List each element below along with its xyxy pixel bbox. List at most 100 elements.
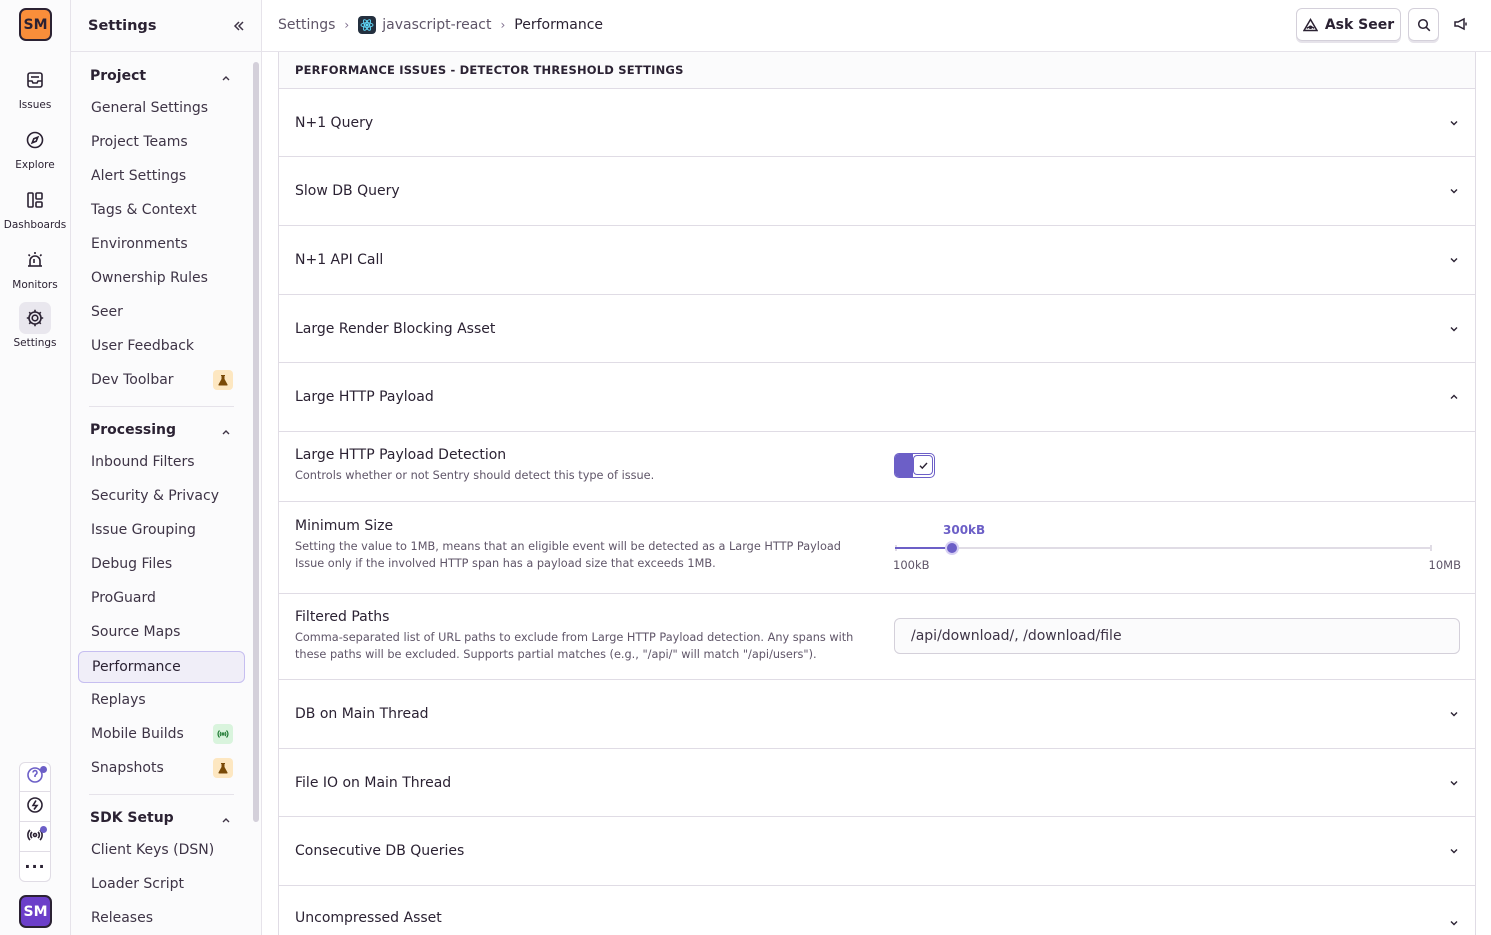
detector-row-uncompressed-asset[interactable]: Uncompressed Asset <box>279 886 1475 935</box>
detection-toggle[interactable] <box>894 453 935 478</box>
nav-item-source-maps[interactable]: Source Maps <box>78 616 245 648</box>
breadcrumb: Settings › javascript-react › Performanc… <box>278 16 603 34</box>
seer-icon <box>1302 17 1318 31</box>
nav-item-label: Replays <box>91 692 146 708</box>
ask-seer-button[interactable]: Ask Seer <box>1296 8 1401 41</box>
nav-group-processing[interactable]: Processing <box>90 422 176 438</box>
more-button[interactable]: ··· <box>19 852 51 882</box>
nav-item-label: Issue Grouping <box>91 522 196 538</box>
detector-row-slow-db-query[interactable]: Slow DB Query <box>279 157 1475 226</box>
nav-item-label: Snapshots <box>91 760 164 776</box>
slider-fill <box>895 547 952 549</box>
field-help: Controls whether or not Sentry should de… <box>295 469 655 482</box>
nav-item-client-keys[interactable]: Client Keys (DSN) <box>78 834 245 866</box>
nav-item-seer[interactable]: Seer <box>78 296 245 328</box>
chevron-down-icon <box>1450 921 1458 926</box>
detector-row-consecutive-db-queries[interactable]: Consecutive DB Queries <box>279 817 1475 886</box>
detector-title: Slow DB Query <box>295 183 400 199</box>
detector-row-db-on-main-thread[interactable]: DB on Main Thread <box>279 680 1475 749</box>
nav-item-label: Source Maps <box>91 624 181 640</box>
nav-item-security-privacy[interactable]: Security & Privacy <box>78 480 245 512</box>
rail-dashboards-label: Dashboards <box>3 219 67 231</box>
nav-divider <box>89 406 234 407</box>
beaker-icon <box>213 758 233 778</box>
nav-item-label: Debug Files <box>91 556 173 572</box>
nav-item-label: Alert Settings <box>91 168 187 184</box>
nav-item-loader-script[interactable]: Loader Script <box>78 868 245 900</box>
nav-item-tags-context[interactable]: Tags & Context <box>78 194 245 226</box>
detector-title: N+1 API Call <box>295 252 384 268</box>
siren-icon <box>19 244 51 276</box>
megaphone-icon <box>1454 17 1467 31</box>
nav-item-snapshots[interactable]: Snapshots <box>78 752 245 784</box>
broadcast-icon <box>213 724 233 744</box>
detector-row-file-io-on-main-thread[interactable]: File IO on Main Thread <box>279 749 1475 817</box>
nav-group-sdk-setup[interactable]: SDK Setup <box>90 810 174 826</box>
feedback-button[interactable] <box>1453 16 1469 36</box>
whats-new-button[interactable] <box>19 792 51 822</box>
filtered-paths-input[interactable]: /api/download/, /download/file <box>894 618 1460 654</box>
detector-title: File IO on Main Thread <box>295 774 452 791</box>
rail-explore[interactable]: Explore <box>0 124 70 171</box>
nav-item-alert-settings[interactable]: Alert Settings <box>78 160 245 192</box>
onboarding-button[interactable] <box>19 762 51 792</box>
slider-max-label: 10MB <box>1428 558 1461 572</box>
chevron-up-icon[interactable] <box>221 427 231 437</box>
slider-thumb[interactable] <box>945 541 959 555</box>
detector-row-n-plus-one-query[interactable]: N+1 Query <box>279 89 1475 157</box>
nav-item-general-settings[interactable]: General Settings <box>78 92 245 124</box>
detector-settings-panel: PERFORMANCE ISSUES - DETECTOR THRESHOLD … <box>278 52 1476 935</box>
field-detection-toggle: Large HTTP Payload Detection Controls wh… <box>279 432 1475 502</box>
chevron-down-icon <box>1450 258 1458 263</box>
breadcrumb-project[interactable]: javascript-react <box>382 17 491 33</box>
nav-item-proguard[interactable]: ProGuard <box>78 582 245 614</box>
dashboard-icon <box>19 184 51 216</box>
nav-item-mobile-builds[interactable]: Mobile Builds <box>78 718 245 750</box>
nav-item-inbound-filters[interactable]: Inbound Filters <box>78 446 245 478</box>
org-avatar[interactable]: SM <box>19 8 52 41</box>
detector-row-large-render-blocking-asset[interactable]: Large Render Blocking Asset <box>279 295 1475 363</box>
field-minimum-size: Minimum Size Setting the value to 1MB, m… <box>279 502 1475 594</box>
rail-settings[interactable]: Settings <box>0 302 70 349</box>
react-icon <box>358 16 377 34</box>
rail-dashboards[interactable]: Dashboards <box>0 184 70 231</box>
ask-seer-label: Ask Seer <box>1324 16 1395 33</box>
nav-item-user-feedback[interactable]: User Feedback <box>78 330 245 362</box>
settings-nav: Settings Project General Settings Projec… <box>71 0 262 935</box>
user-avatar[interactable]: SM <box>19 895 52 928</box>
nav-item-performance[interactable]: Performance <box>78 651 245 683</box>
chevron-down-icon <box>1450 189 1458 194</box>
nav-item-dev-toolbar[interactable]: Dev Toolbar <box>78 364 245 396</box>
rail-monitors[interactable]: Monitors <box>0 244 70 291</box>
nav-item-releases[interactable]: Releases <box>78 902 245 934</box>
chevron-up-icon[interactable] <box>221 815 231 825</box>
nav-item-label: Project Teams <box>91 134 188 150</box>
nav-item-debug-files[interactable]: Debug Files <box>78 548 245 580</box>
nav-item-ownership-rules[interactable]: Ownership Rules <box>78 262 245 294</box>
detector-row-n-plus-one-api-call[interactable]: N+1 API Call <box>279 226 1475 295</box>
collapse-sidebar-icon[interactable] <box>233 17 245 36</box>
nav-item-replays[interactable]: Replays <box>78 684 245 716</box>
minimum-size-slider[interactable] <box>895 541 1432 555</box>
chevron-up-icon[interactable] <box>221 73 231 83</box>
broadcasts-button[interactable] <box>19 822 51 852</box>
slider-value: 300kB <box>943 523 986 537</box>
rail-issues[interactable]: Issues <box>0 64 70 111</box>
breadcrumb-settings[interactable]: Settings <box>278 17 335 33</box>
nav-group-project[interactable]: Project <box>90 68 146 84</box>
check-icon <box>913 455 933 475</box>
search-button[interactable] <box>1408 8 1439 41</box>
sidebar-scrollbar[interactable] <box>253 62 259 822</box>
nav-item-label: Releases <box>91 910 153 926</box>
detector-title: Uncompressed Asset <box>295 909 442 926</box>
notification-dot <box>40 766 47 773</box>
chevron-down-icon <box>1450 326 1458 331</box>
nav-item-issue-grouping[interactable]: Issue Grouping <box>78 514 245 546</box>
nav-item-label: ProGuard <box>91 590 156 606</box>
slider-tick <box>1430 545 1432 551</box>
detector-row-large-http-payload[interactable]: Large HTTP Payload <box>279 363 1475 432</box>
chevron-down-icon <box>1450 780 1458 785</box>
nav-item-environments[interactable]: Environments <box>78 228 245 260</box>
nav-item-project-teams[interactable]: Project Teams <box>78 126 245 158</box>
nav-divider <box>89 794 234 795</box>
